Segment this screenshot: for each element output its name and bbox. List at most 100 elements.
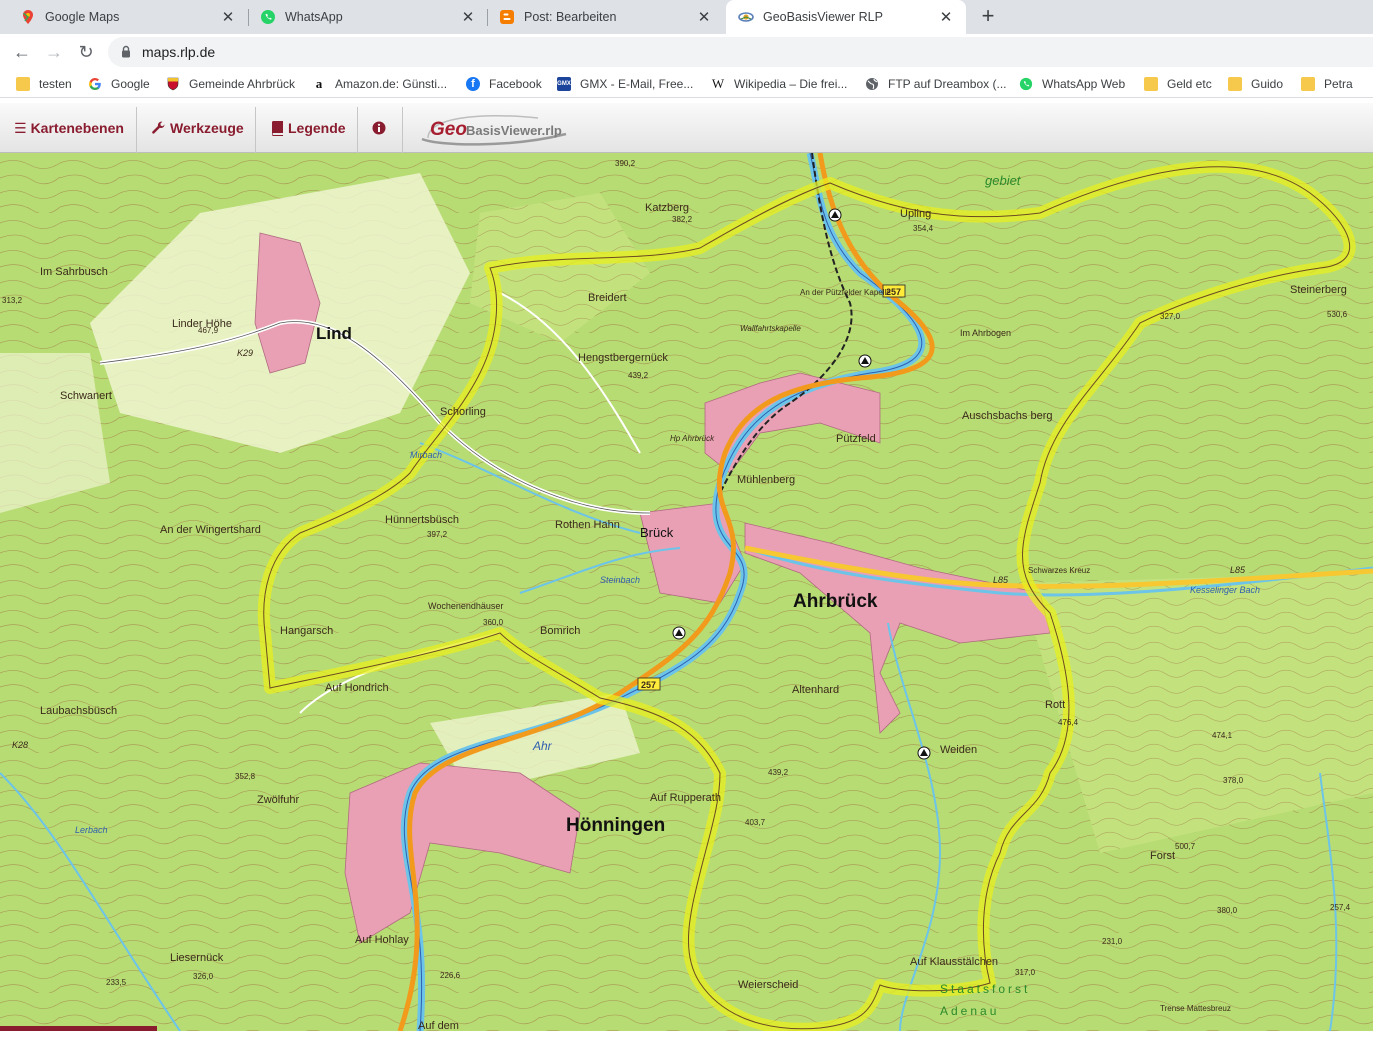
place-label: Üpling <box>900 208 931 220</box>
folder-icon <box>16 77 30 91</box>
town-label-ahrbrueck: Ahrbrück <box>793 591 878 612</box>
elevation-label: 467,9 <box>198 326 219 335</box>
bookmark-petra[interactable]: Petra <box>1301 75 1353 93</box>
bottom-status-strip <box>0 1026 157 1031</box>
geobasisviewer-icon <box>738 12 754 22</box>
town-label-puetzfeld: Pützfeld <box>836 433 876 445</box>
elevation-label: 231,0 <box>1102 937 1123 946</box>
address-bar[interactable]: maps.rlp.de <box>108 37 1373 67</box>
info-icon <box>372 121 386 135</box>
town-label-brueck: Brück <box>640 525 674 540</box>
tab-title: Post: Bearbeiten <box>524 10 617 24</box>
elevation-label: 439,2 <box>628 371 649 380</box>
place-label: Forst <box>1150 850 1175 862</box>
crest-icon <box>167 77 179 91</box>
place-label: Auf Hohlay <box>355 934 409 946</box>
bookmark-amazon[interactable]: a Amazon.de: Günsti... <box>312 75 447 93</box>
gmx-icon: GMX <box>557 77 571 91</box>
elevation-label: 233,5 <box>106 978 127 987</box>
folder-icon <box>1301 77 1315 91</box>
place-label: Bomrich <box>540 625 580 637</box>
place-label: Hangarsch <box>280 625 333 637</box>
bookmark-geld-etc[interactable]: Geld etc <box>1144 75 1212 93</box>
legend-button[interactable]: Legende <box>271 103 346 153</box>
tab-geobasisviewer[interactable]: GeoBasisViewer RLP ✕ <box>726 0 966 34</box>
place-label: Auf Hondrich <box>325 682 389 694</box>
place-label: Im Sahrbusch <box>40 266 108 278</box>
elevation-label: 397,2 <box>427 530 448 539</box>
bookmark-gmx[interactable]: GMX GMX - E-Mail, Free... <box>557 75 693 93</box>
logo-geo: Geo <box>430 119 467 140</box>
elevation-label: 360,0 <box>483 618 504 627</box>
forest-label: Adenau <box>940 1004 999 1018</box>
place-label: Weiden <box>940 744 977 756</box>
tab-whatsapp[interactable]: WhatsApp ✕ <box>240 0 488 34</box>
place-label: Trense Mattesbreuz <box>1160 1004 1231 1013</box>
close-tab-icon[interactable]: ✕ <box>218 8 238 26</box>
bookmark-label: Guido <box>1251 77 1284 91</box>
bookmark-google[interactable]: Google <box>88 75 150 93</box>
bookmark-testen[interactable]: testen <box>16 75 72 93</box>
topographic-map[interactable]: 257 257 K29 L85 L85 K28 Lind Brück Ahrbr… <box>0 153 1373 1031</box>
logo-text: BasisViewer.rlp <box>466 123 562 138</box>
bookmark-label: Amazon.de: Günsti... <box>335 77 448 91</box>
elevation-label: 530,6 <box>1327 310 1348 319</box>
elevation-label: 327,0 <box>1160 312 1181 321</box>
place-label: Schwarzes Kreuz <box>1028 566 1090 575</box>
close-tab-icon[interactable]: ✕ <box>936 8 956 26</box>
stream-label: Lerbach <box>75 825 108 835</box>
town-label-lind: Lind <box>316 324 352 343</box>
bookmark-label: GMX - E-Mail, Free... <box>580 77 694 91</box>
stream-label: Kesselinger Bach <box>1190 585 1260 595</box>
bookmark-label: testen <box>39 77 72 91</box>
map-canvas[interactable]: 257 257 K29 L85 L85 K28 Lind Brück Ahrbr… <box>0 153 1373 1031</box>
bookmark-gemeinde-ahrbrueck[interactable]: Gemeinde Ahrbrück <box>166 75 295 93</box>
place-label: An der Pützfelder Kapelle <box>800 288 891 297</box>
town-label-hoenningen: Hönningen <box>566 815 665 836</box>
google-maps-icon <box>23 10 33 24</box>
tab-blogger-post[interactable]: Post: Bearbeiten ✕ <box>479 0 724 34</box>
bookmark-facebook[interactable]: f Facebook <box>466 75 542 93</box>
road-label: L85 <box>1230 565 1246 575</box>
bookmark-label: WhatsApp Web <box>1042 77 1126 91</box>
close-tab-icon[interactable]: ✕ <box>458 8 478 26</box>
elevation-label: 378,0 <box>1223 776 1244 785</box>
globe-icon <box>866 78 878 90</box>
tab-title: GeoBasisViewer RLP <box>763 10 883 24</box>
tab-google-maps[interactable]: Google Maps ✕ <box>0 0 248 34</box>
elevation-label: 390,2 <box>615 159 636 168</box>
bookmark-wikipedia[interactable]: W Wikipedia – Die frei... <box>711 75 848 93</box>
elevation-label: 257,4 <box>1330 903 1351 912</box>
elevation-label: 317,0 <box>1015 968 1036 977</box>
place-label: Rothen Hahn <box>555 519 620 531</box>
back-arrow-icon[interactable]: ← <box>10 40 34 64</box>
geobasisviewer-logo: Geo BasisViewer.rlp <box>421 115 567 146</box>
place-label: Hengstbergernück <box>578 352 668 364</box>
bookmark-whatsapp-web[interactable]: WhatsApp Web <box>1019 75 1125 93</box>
forward-arrow-icon[interactable]: → <box>42 40 66 64</box>
bookmark-guido[interactable]: Guido <box>1228 75 1283 93</box>
reload-icon[interactable]: ↻ <box>74 40 98 64</box>
place-label: Im Ahrbogen <box>960 328 1011 338</box>
folder-icon <box>1228 77 1242 91</box>
facebook-icon: f <box>466 77 480 91</box>
elevation-label: 226,6 <box>440 971 461 980</box>
river-label: Ahr <box>532 739 553 753</box>
tools-button[interactable]: Werkzeuge <box>151 103 244 153</box>
elevation-label: 313,2 <box>2 296 23 305</box>
new-tab-button[interactable]: + <box>977 4 999 30</box>
toolbar-divider <box>402 107 403 153</box>
info-button[interactable] <box>372 103 386 153</box>
place-label: Rott <box>1045 699 1065 711</box>
layers-button-label: Kartenebenen <box>30 120 124 136</box>
whatsapp-icon <box>261 10 275 24</box>
tools-button-label: Werkzeuge <box>170 120 244 136</box>
close-tab-icon[interactable]: ✕ <box>694 8 714 26</box>
bookmark-label: Facebook <box>489 77 542 91</box>
bookmark-ftp-dreambox[interactable]: FTP auf Dreambox (... <box>865 75 1006 93</box>
place-label: Schorling <box>440 406 486 418</box>
browser-toolbar: ← → ↻ maps.rlp.de <box>0 34 1373 70</box>
wikipedia-icon: W <box>711 76 725 91</box>
bookmark-label: Geld etc <box>1167 77 1212 91</box>
layers-button[interactable]: ☰ Kartenebenen <box>14 103 124 153</box>
